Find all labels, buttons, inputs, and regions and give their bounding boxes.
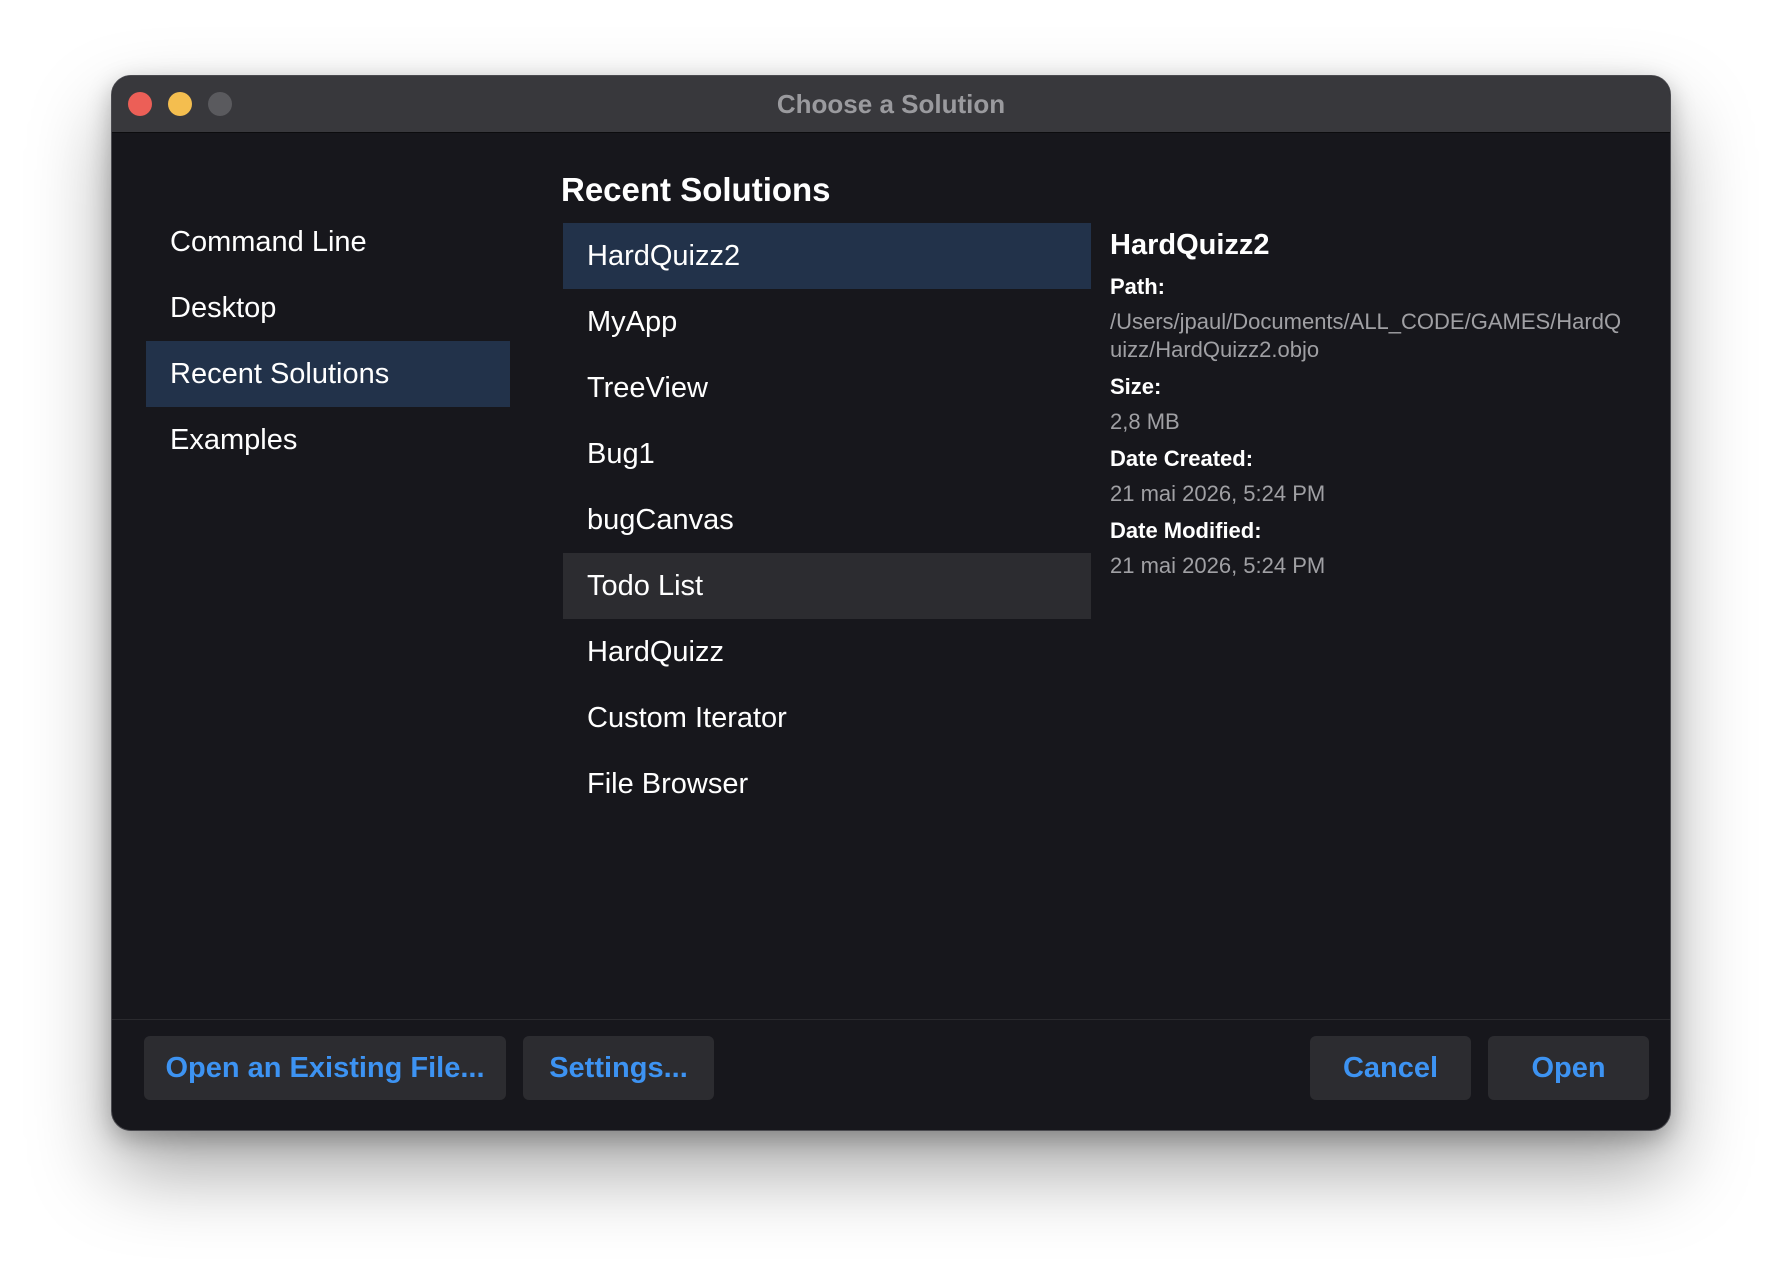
- list-item[interactable]: File Browser: [563, 751, 1091, 817]
- sidebar-item-examples[interactable]: Examples: [146, 407, 510, 473]
- solutions-list: HardQuizz2 MyApp TreeView Bug1 bugCanvas…: [563, 223, 1091, 817]
- window-title: Choose a Solution: [776, 89, 1006, 119]
- open-existing-file-button[interactable]: Open an Existing File...: [144, 1036, 506, 1100]
- size-value: 2,8 MB: [1110, 409, 1180, 434]
- dialog-footer: Open an Existing File... Settings... Can…: [112, 1019, 1670, 1130]
- list-item[interactable]: bugCanvas: [563, 487, 1091, 553]
- list-item[interactable]: HardQuizz2: [563, 223, 1091, 289]
- sidebar-item-command-line[interactable]: Command Line: [146, 209, 510, 275]
- category-sidebar: Command Line Desktop Recent Solutions Ex…: [146, 209, 510, 473]
- details-solution-name: HardQuizz2: [1110, 229, 1270, 261]
- size-label: Size:: [1110, 374, 1162, 399]
- list-item[interactable]: Bug1: [563, 421, 1091, 487]
- list-item[interactable]: TreeView: [563, 355, 1091, 421]
- cancel-button[interactable]: Cancel: [1310, 1036, 1471, 1100]
- dialog-window: Choose a Solution Command Line Desktop R…: [111, 75, 1671, 1131]
- section-title: Recent Solutions: [561, 171, 831, 208]
- list-item[interactable]: Todo List: [563, 553, 1091, 619]
- solution-details-panel: HardQuizz2 Path: /Users/jpaul/Documents/…: [1110, 224, 1630, 588]
- path-value: /Users/jpaul/Documents/ALL_CODE/GAMES/Ha…: [1110, 309, 1622, 362]
- sidebar-item-desktop[interactable]: Desktop: [146, 275, 510, 341]
- sidebar-item-recent-solutions[interactable]: Recent Solutions: [146, 341, 510, 407]
- list-item[interactable]: HardQuizz: [563, 619, 1091, 685]
- open-button[interactable]: Open: [1488, 1036, 1649, 1100]
- date-created-label: Date Created:: [1110, 446, 1254, 471]
- date-created-value: 21 mai 2026, 5:24 PM: [1110, 481, 1326, 506]
- title-bar[interactable]: Choose a Solution: [112, 76, 1670, 133]
- settings-button[interactable]: Settings...: [523, 1036, 714, 1100]
- list-item[interactable]: MyApp: [563, 289, 1091, 355]
- date-modified-value: 21 mai 2026, 5:24 PM: [1110, 553, 1326, 578]
- path-label: Path:: [1110, 274, 1165, 299]
- list-item[interactable]: Custom Iterator: [563, 685, 1091, 751]
- date-modified-label: Date Modified:: [1110, 518, 1262, 543]
